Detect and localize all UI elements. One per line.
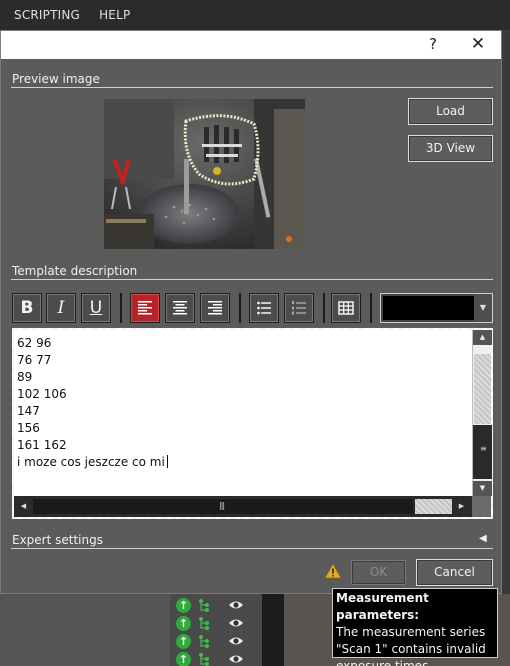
insert-table-button[interactable] (331, 293, 361, 323)
section-divider (11, 548, 493, 549)
toolbar-separator (323, 293, 325, 323)
menu-help[interactable]: HELP (89, 0, 139, 30)
tree-row[interactable]: ↑ (176, 633, 256, 649)
scroll-down-icon[interactable]: ▼ (473, 481, 492, 496)
arrow-up-icon[interactable]: ↑ (176, 597, 191, 613)
warning-tooltip: Measurement parameters: The measurement … (332, 588, 498, 666)
editor-line: 147 (17, 404, 40, 418)
horizontal-scrollbar[interactable]: ◀ ||| ▶ (14, 496, 491, 517)
background-divider (262, 594, 284, 666)
eye-icon[interactable] (228, 635, 244, 647)
template-dialog: ? ✕ Preview image Load 3D View Template … (0, 30, 502, 594)
eye-icon[interactable] (228, 617, 244, 629)
arrow-up-icon[interactable]: ↑ (176, 633, 191, 649)
arrow-up-icon[interactable]: ↑ (176, 651, 191, 666)
scroll-track (415, 499, 452, 514)
3d-view-button[interactable]: 3D View (408, 135, 493, 162)
scroll-left-icon[interactable]: ◀ (16, 499, 31, 514)
tree-row[interactable]: ↑ (176, 615, 256, 631)
toolbar-separator (239, 293, 241, 323)
numbered-list-icon (292, 301, 306, 315)
text-caret (166, 455, 168, 468)
align-center-button[interactable] (165, 293, 195, 323)
warning-icon (324, 563, 342, 579)
bullet-list-icon (257, 301, 271, 315)
preview-section-label: Preview image (12, 72, 100, 86)
section-divider (11, 87, 493, 88)
eye-icon[interactable] (228, 653, 244, 665)
menubar: SCRIPTING HELP (0, 0, 510, 30)
align-left-button[interactable] (130, 293, 160, 323)
section-divider (11, 279, 493, 280)
load-button[interactable]: Load (408, 98, 493, 125)
bold-button[interactable]: B (12, 293, 42, 323)
scroll-right-icon[interactable]: ▶ (454, 499, 469, 514)
tree-row[interactable]: ↑ (176, 597, 256, 613)
tooltip-line: exposure times. (336, 659, 433, 666)
scroll-corner (472, 496, 491, 517)
ok-button[interactable]: OK (351, 560, 406, 585)
template-editor[interactable]: 2062 9676 7789102 106147156161 162i moze… (12, 328, 493, 519)
help-button[interactable]: ? (423, 35, 443, 53)
hierarchy-icon (197, 616, 212, 631)
text-color-select[interactable]: ▼ (380, 293, 493, 323)
cancel-button[interactable]: Cancel (416, 559, 493, 586)
underline-button[interactable]: U (81, 293, 111, 323)
hierarchy-icon (197, 598, 212, 613)
close-button[interactable]: ✕ (467, 34, 489, 54)
toolbar-separator (120, 293, 122, 323)
numbered-list-button[interactable] (284, 293, 314, 323)
tree-row[interactable]: ↑ (176, 651, 256, 666)
editor-line: 102 106 (17, 387, 67, 401)
menu-scripting[interactable]: SCRIPTING (0, 0, 89, 30)
eye-icon[interactable] (228, 599, 244, 611)
template-section-label: Template description (12, 264, 138, 278)
dialog-titlebar: ? ✕ (1, 31, 501, 59)
scroll-thumb[interactable]: ||| (33, 499, 413, 514)
table-icon (338, 301, 354, 315)
preview-image (104, 99, 305, 249)
tooltip-title: Measurement parameters: (336, 591, 429, 622)
align-right-icon (208, 301, 222, 315)
editor-line: 62 96 (17, 336, 52, 350)
editor-text-area[interactable]: 2062 9676 7789102 106147156161 162i moze… (14, 330, 472, 496)
scroll-up-icon[interactable]: ▲ (473, 330, 492, 345)
editor-line: 156 (17, 421, 40, 435)
editor-line: i moze cos jeszcze co mi (17, 454, 472, 471)
bullet-list-button[interactable] (249, 293, 279, 323)
scroll-track (474, 354, 491, 424)
vertical-scrollbar[interactable]: ▲ ≡ ▼ (472, 330, 492, 496)
align-right-button[interactable] (200, 293, 230, 323)
tooltip-line: "Scan 1" contains invalid (336, 642, 486, 656)
background-left-panel (0, 594, 170, 666)
scroll-thumb[interactable]: ≡ (473, 425, 492, 479)
collapse-arrow-icon[interactable]: ◀ (479, 533, 487, 544)
expert-section-label[interactable]: Expert settings (12, 533, 103, 547)
italic-button[interactable]: I (46, 293, 76, 323)
hierarchy-icon (197, 634, 212, 649)
editor-line: 89 (17, 370, 33, 384)
align-left-icon (138, 301, 152, 315)
arrow-up-icon[interactable]: ↑ (176, 615, 191, 631)
align-center-icon (173, 301, 187, 315)
editor-line: 161 162 (17, 438, 67, 452)
chevron-down-icon[interactable]: ▼ (474, 294, 492, 322)
toolbar-separator (370, 293, 372, 323)
hierarchy-icon (197, 652, 212, 666)
editor-line: 76 77 (17, 353, 52, 367)
tooltip-line: The measurement series (336, 625, 486, 639)
